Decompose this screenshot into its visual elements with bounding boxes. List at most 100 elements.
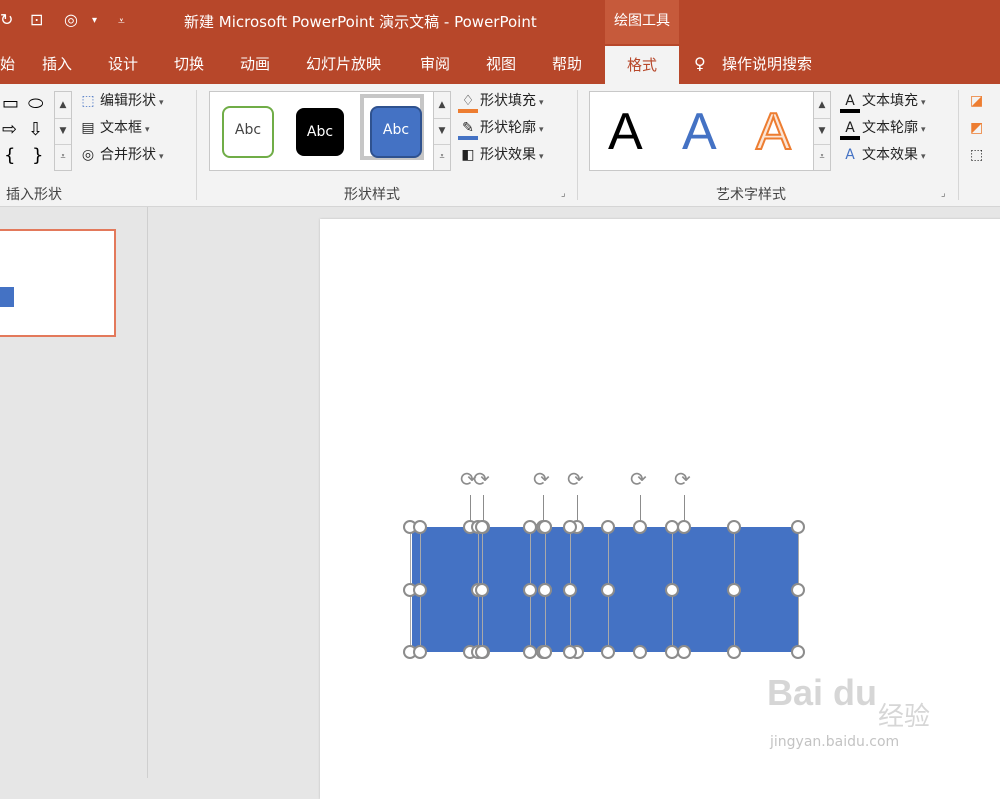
wordart-gallery[interactable]: A A A — [589, 91, 815, 171]
tell-me-search[interactable]: 操作说明搜索 — [722, 44, 812, 84]
resize-handle[interactable] — [563, 645, 577, 659]
text-fill-icon: A — [840, 93, 860, 113]
rotate-handle-icon[interactable]: ⟳ — [567, 469, 587, 489]
dialog-launcher-icon[interactable]: ⌟ — [941, 188, 946, 199]
chevron-down-icon[interactable]: ▾ — [92, 15, 97, 26]
style-outline-green[interactable]: Abc — [222, 106, 274, 158]
resize-handle[interactable] — [523, 582, 537, 597]
redo-icon[interactable]: ↻ — [0, 10, 13, 29]
present-icon[interactable]: ⊡ — [30, 10, 43, 29]
ribbon-tabs: 始 插入 设计 切换 动画 幻灯片放映 审阅 视图 帮助 格式 ♀ 操作说明搜索 — [0, 44, 1000, 86]
rotate-handle-icon[interactable]: ⟳ — [533, 469, 553, 489]
shape-effects-button[interactable]: ◧ 形状效果 ▾ — [458, 144, 544, 166]
resize-handle[interactable] — [475, 582, 489, 597]
resize-handle[interactable] — [727, 645, 741, 659]
rectangle-icon[interactable]: ▭ — [2, 93, 19, 114]
thumbnail-shape — [0, 287, 14, 307]
resize-handle[interactable] — [601, 520, 615, 534]
ribbon: ▭ ⬭ ⇨ ⇩ { } ▲ ▼ ⩡ ⬚ 编辑形状 ▾ ▤ 文本框 ▾ ◎ 合并形状 ▾ 插入… — [0, 84, 1000, 207]
resize-handle[interactable] — [538, 645, 552, 659]
scroll-down-icon[interactable]: ▼ — [434, 118, 450, 145]
arrow-down-icon[interactable]: ⇩ — [28, 119, 43, 140]
bring-forward-icon[interactable]: ◪ — [970, 90, 983, 112]
resize-handle[interactable] — [727, 520, 741, 534]
rotate-handle-icon[interactable]: ⟳ — [674, 469, 694, 489]
resize-handle[interactable] — [601, 582, 615, 597]
merge-shapes-button[interactable]: ◎ 合并形状 ▾ — [78, 144, 164, 166]
tab-review[interactable]: 审阅 — [420, 44, 450, 84]
dialog-launcher-icon[interactable]: ⌟ — [561, 188, 566, 199]
resize-handle[interactable] — [677, 645, 691, 659]
resize-handle[interactable] — [791, 645, 805, 659]
resize-handle[interactable] — [413, 645, 427, 659]
shapes-gallery[interactable]: ▭ ⬭ ⇨ ⇩ { } — [0, 91, 56, 169]
send-backward-icon[interactable]: ◩ — [970, 117, 983, 139]
wordart-orange-outline[interactable]: A — [755, 102, 792, 162]
resize-handle[interactable] — [538, 520, 552, 534]
rotate-handle-icon[interactable]: ⟳ — [630, 469, 650, 489]
shape-fill-button[interactable]: ♢ 形状填充 ▾ — [458, 90, 544, 113]
shapes-gallery-scroll[interactable]: ▲ ▼ ⩡ — [54, 91, 72, 171]
text-effects-button[interactable]: A 文本效果 ▾ — [840, 144, 925, 166]
chevron-down-icon: ▾ — [539, 152, 544, 162]
edit-shape-button[interactable]: ⬚ 编辑形状 ▾ — [78, 90, 163, 112]
selection-pane-icon[interactable]: ⬚ — [970, 144, 983, 166]
tab-home[interactable]: 始 — [0, 44, 15, 84]
resize-handle[interactable] — [727, 582, 741, 597]
resize-handle[interactable] — [538, 582, 552, 597]
right-brace-icon[interactable]: } — [32, 145, 43, 166]
resize-handle[interactable] — [523, 520, 537, 534]
customize-icon[interactable]: ⩡ — [118, 14, 125, 29]
tab-insert[interactable]: 插入 — [42, 44, 72, 84]
styles-gallery-scroll[interactable]: ▲ ▼ ⩡ — [433, 91, 451, 171]
wordart-black[interactable]: A — [608, 102, 643, 162]
resize-handle[interactable] — [633, 645, 647, 659]
resize-handle[interactable] — [523, 645, 537, 659]
slide-thumbnail[interactable] — [0, 229, 116, 337]
style-fill-blue[interactable]: Abc — [370, 106, 422, 158]
tab-format[interactable]: 格式 — [605, 46, 679, 86]
wordart-gallery-scroll[interactable]: ▲ ▼ ⩡ — [813, 91, 831, 171]
tab-transitions[interactable]: 切换 — [174, 44, 204, 84]
style-fill-black[interactable]: Abc — [296, 108, 344, 156]
resize-handle[interactable] — [601, 645, 615, 659]
scroll-down-icon[interactable]: ▼ — [814, 118, 830, 145]
tab-help[interactable]: 帮助 — [552, 44, 582, 84]
lightbulb-icon: ♀ — [694, 54, 706, 73]
more-icon[interactable]: ⩡ — [434, 144, 450, 170]
scroll-up-icon[interactable]: ▲ — [434, 92, 450, 119]
text-outline-button[interactable]: A 文本轮廓 ▾ — [840, 117, 926, 140]
resize-handle[interactable] — [791, 582, 805, 597]
tab-view[interactable]: 视图 — [486, 44, 516, 84]
slide-thumbnail-pane — [0, 207, 148, 778]
resize-handle[interactable] — [791, 520, 805, 534]
shape-outline-button[interactable]: ✎ 形状轮廓 ▾ — [458, 117, 544, 140]
wordart-blue[interactable]: A — [682, 102, 717, 162]
scroll-down-icon[interactable]: ▼ — [55, 118, 71, 145]
resize-handle[interactable] — [413, 520, 427, 534]
shape-styles-gallery[interactable]: Abc Abc Abc — [209, 91, 435, 171]
resize-handle[interactable] — [475, 645, 489, 659]
resize-handle[interactable] — [475, 520, 489, 534]
arrow-right-icon[interactable]: ⇨ — [2, 119, 17, 140]
text-fill-button[interactable]: A 文本填充 ▾ — [840, 90, 926, 113]
resize-handle[interactable] — [563, 520, 577, 534]
text-outline-icon: A — [840, 120, 860, 140]
resize-handle[interactable] — [677, 520, 691, 534]
resize-handle[interactable] — [563, 582, 577, 597]
more-icon[interactable]: ⩡ — [814, 144, 830, 170]
left-brace-icon[interactable]: { — [4, 145, 15, 166]
more-icon[interactable]: ⩡ — [55, 144, 71, 170]
oval-icon[interactable]: ⬭ — [28, 93, 43, 114]
scroll-up-icon[interactable]: ▲ — [814, 92, 830, 119]
tab-design[interactable]: 设计 — [108, 44, 138, 84]
resize-handle[interactable] — [665, 582, 679, 597]
scroll-up-icon[interactable]: ▲ — [55, 92, 71, 119]
resize-handle[interactable] — [413, 582, 427, 597]
tab-slideshow[interactable]: 幻灯片放映 — [306, 44, 381, 84]
tab-animations[interactable]: 动画 — [240, 44, 270, 84]
text-box-button[interactable]: ▤ 文本框 ▾ — [78, 117, 149, 139]
rotate-handle-icon[interactable]: ⟳ — [473, 469, 493, 489]
touch-mode-icon[interactable]: ◎ — [64, 10, 78, 29]
resize-handle[interactable] — [633, 520, 647, 534]
